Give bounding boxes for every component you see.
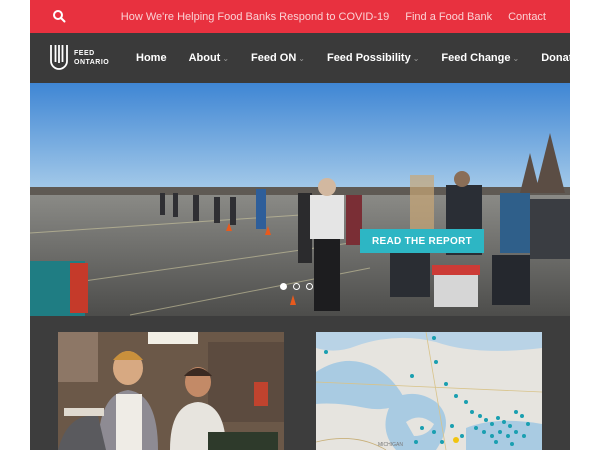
nav-item-label: Feed Possibility [326, 52, 411, 64]
hero-slider: READ THE REPORT [30, 83, 570, 316]
hero-photo [30, 83, 570, 316]
chevron-down-icon: ⌄ [222, 53, 230, 63]
chevron-down-icon: ⌄ [412, 53, 420, 63]
nav-item-label: Donate [541, 52, 570, 64]
food-bank-map: MICHIGAN [316, 332, 542, 450]
utility-bar: How We're Helping Food Banks Respond to … [30, 0, 570, 33]
slide-dot-1[interactable] [280, 283, 287, 290]
nav-item-feed-on[interactable]: Feed ON ⌄ [251, 52, 305, 64]
nav-menu: Home About ⌄ Feed ON ⌄ Feed Possibility … [136, 33, 570, 83]
nav-item-about[interactable]: About ⌄ [189, 52, 229, 64]
kitchen-volunteers-card[interactable] [58, 332, 284, 450]
nav-item-feed-possibility[interactable]: Feed Possibility ⌄ [327, 52, 419, 64]
contact-link[interactable]: Contact [508, 11, 546, 23]
search-icon[interactable] [52, 9, 66, 23]
find-food-bank-link[interactable]: Find a Food Bank [405, 11, 492, 23]
slide-dot-3[interactable] [306, 283, 313, 290]
logo-line-2: ONTARIO [74, 59, 110, 66]
feed-ontario-logo[interactable]: FEED ONTARIO [48, 40, 118, 76]
main-nav: FEED ONTARIO Home About ⌄ Feed ON ⌄ Feed… [30, 33, 570, 83]
nav-item-label: About [188, 52, 221, 64]
slide-dot-2[interactable] [293, 283, 300, 290]
read-report-button[interactable]: READ THE REPORT [360, 229, 484, 253]
logo-mark-icon [50, 45, 68, 70]
feature-cards: MICHIGAN [30, 316, 570, 450]
logo-wordmark: FEED ONTARIO [74, 49, 109, 67]
utility-links: How We're Helping Food Banks Respond to … [121, 0, 546, 33]
slider-dots [280, 283, 313, 290]
chevron-down-icon: ⌄ [298, 53, 305, 63]
nav-item-label: Home [136, 52, 167, 64]
nav-item-feed-change[interactable]: Feed Change ⌄ [441, 52, 519, 64]
kitchen-volunteers-photo [58, 332, 284, 450]
logo-line-1: FEED [74, 50, 95, 57]
nav-item-label: Feed Change [441, 52, 511, 64]
covid-response-link[interactable]: How We're Helping Food Banks Respond to … [121, 11, 389, 23]
chevron-down-icon: ⌄ [512, 53, 520, 63]
map-label-michigan: MICHIGAN [378, 442, 403, 448]
nav-item-label: Feed ON [251, 52, 297, 64]
food-bank-map-card[interactable]: MICHIGAN [316, 332, 542, 450]
map-star-marker [453, 437, 459, 443]
page-frame: How We're Helping Food Banks Respond to … [30, 0, 570, 450]
nav-item-donate[interactable]: Donate ⌄ [541, 52, 570, 64]
nav-item-home[interactable]: Home [136, 52, 167, 64]
